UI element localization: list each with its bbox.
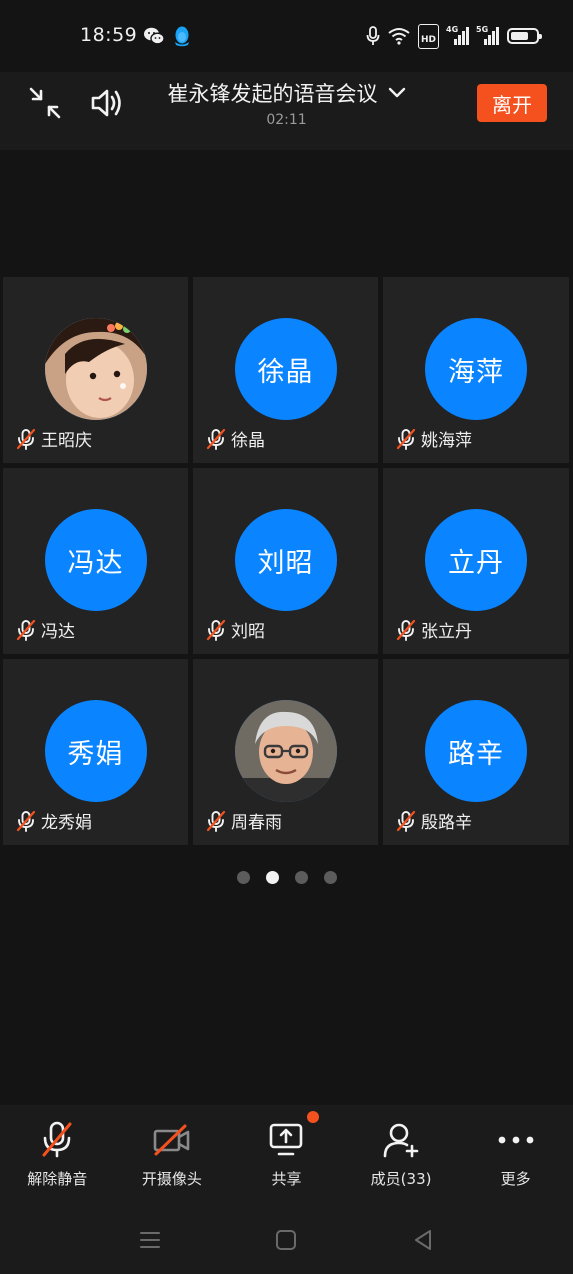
participant-tile[interactable]: 海萍姚海萍	[383, 277, 569, 463]
status-time: 18:59	[80, 24, 138, 46]
avatar-initials: 路辛	[448, 738, 504, 770]
status-indicators: HD 4G 5G	[366, 23, 542, 49]
participant-photo-avatar	[234, 700, 337, 802]
meeting-toolbar: 解除静音 开摄像头 共享 成员(33) 更多	[0, 1105, 573, 1203]
participant-label: 徐晶	[205, 426, 265, 451]
participant-name: 王昭庆	[41, 431, 92, 451]
leave-button[interactable]: 离开	[477, 84, 547, 122]
add-member-icon	[382, 1120, 420, 1160]
qq-icon	[172, 24, 192, 48]
avatar-initials: 立丹	[448, 547, 504, 579]
share-button[interactable]: 共享	[229, 1105, 344, 1203]
members-label: 成员(33)	[370, 1170, 432, 1188]
avatar-initials: 海萍	[448, 356, 504, 388]
system-navigation-bar	[0, 1203, 573, 1274]
unmute-button[interactable]: 解除静音	[0, 1105, 115, 1203]
participant-name: 殷路辛	[421, 813, 472, 833]
wifi-icon	[388, 27, 410, 45]
participant-name: 姚海萍	[421, 431, 472, 451]
signal-4g-icon: 4G	[446, 25, 469, 45]
participant-tile[interactable]: 刘昭 刘昭	[193, 468, 378, 654]
muted-mic-icon	[395, 619, 417, 641]
muted-mic-icon	[205, 428, 227, 450]
meeting-header: 崔永锋发起的语音会议 02:11 离开	[0, 72, 573, 150]
meeting-title-dropdown[interactable]: 崔永锋发起的语音会议	[168, 78, 406, 108]
participant-avatar: 海萍	[425, 318, 527, 420]
meeting-title: 崔永锋发起的语音会议	[167, 82, 378, 106]
participant-name: 龙秀娟	[41, 813, 92, 833]
muted-mic-icon	[205, 619, 227, 641]
microphone-icon	[366, 26, 380, 46]
participant-avatar: 立丹	[425, 509, 527, 611]
participant-tile[interactable]: 路辛殷路辛	[383, 659, 569, 845]
page-dot[interactable]	[294, 871, 308, 884]
chevron-down-icon	[388, 84, 406, 103]
participant-avatar: 路辛	[425, 700, 527, 802]
participant-label: 殷路辛	[395, 808, 472, 833]
share-label: 共享	[271, 1170, 302, 1188]
unmute-label: 解除静音	[27, 1170, 88, 1188]
muted-microphone-icon	[40, 1120, 74, 1160]
participant-label: 龙秀娟	[15, 808, 92, 833]
page-dot[interactable]	[323, 871, 337, 884]
participant-avatar: 冯达	[44, 509, 147, 611]
participant-avatar: 秀娟	[44, 700, 147, 802]
participant-tile[interactable]: 王昭庆	[3, 277, 188, 463]
muted-mic-icon	[15, 428, 37, 450]
menu-icon[interactable]	[135, 1225, 165, 1255]
participant-label: 王昭庆	[15, 426, 92, 451]
signal-5g-icon: 5G	[476, 25, 499, 45]
battery-icon	[507, 28, 542, 44]
page-indicator	[0, 871, 573, 884]
avatar-initials: 冯达	[67, 547, 124, 579]
muted-mic-icon	[395, 810, 417, 832]
participant-name: 刘昭	[231, 622, 265, 642]
wechat-icon	[143, 24, 165, 48]
participant-name: 冯达	[41, 622, 75, 642]
screen-share-icon	[268, 1120, 304, 1160]
more-dots-icon	[498, 1120, 534, 1160]
camera-button[interactable]: 开摄像头	[115, 1105, 230, 1203]
participant-label: 刘昭	[205, 617, 265, 642]
status-bar: 18:59 HD 4G 5G	[0, 0, 573, 72]
avatar-initials: 徐晶	[257, 356, 314, 388]
participant-grid: 王昭庆 徐晶 徐晶 海萍 姚海萍 冯达 冯达 刘昭 刘昭 立丹 张立丹 秀娟 龙秀娟 周春雨 路辛 殷路辛	[3, 277, 570, 845]
participant-tile[interactable]: 徐晶 徐晶	[193, 277, 378, 463]
participant-tile[interactable]: 冯达 冯达	[3, 468, 188, 654]
more-button[interactable]: 更多	[458, 1105, 573, 1203]
avatar-initials: 刘昭	[257, 547, 314, 579]
participant-name: 周春雨	[231, 813, 282, 833]
participant-avatar: 徐晶	[234, 318, 337, 420]
participant-label: 周春雨	[205, 808, 282, 833]
participant-label: 姚海萍	[395, 426, 472, 451]
participant-label: 张立丹	[395, 617, 472, 642]
hd-icon: HD	[417, 23, 439, 49]
participant-tile[interactable]: 秀娟龙秀娟	[3, 659, 188, 845]
participant-tile[interactable]: 周春雨	[193, 659, 378, 845]
camera-off-icon	[152, 1120, 192, 1160]
muted-mic-icon	[395, 428, 417, 450]
more-label: 更多	[500, 1170, 531, 1188]
participant-name: 张立丹	[421, 622, 472, 642]
participant-tile[interactable]: 立丹张立丹	[383, 468, 569, 654]
camera-label: 开摄像头	[141, 1170, 202, 1188]
muted-mic-icon	[205, 810, 227, 832]
participant-name: 徐晶	[231, 431, 265, 451]
page-dot[interactable]	[236, 871, 250, 884]
participant-photo-avatar	[44, 318, 147, 420]
avatar-initials: 秀娟	[67, 738, 124, 770]
muted-mic-icon	[15, 619, 37, 641]
muted-mic-icon	[15, 810, 37, 832]
participant-label: 冯达	[15, 617, 75, 642]
participant-avatar: 刘昭	[234, 509, 337, 611]
members-button[interactable]: 成员(33)	[344, 1105, 459, 1203]
voice-meeting-screen: 18:59 HD 4G 5G 崔永锋发起的语音会议 02:11 离开 王昭庆 徐…	[0, 0, 573, 1274]
share-notification-dot	[307, 1111, 320, 1123]
home-icon[interactable]	[271, 1225, 301, 1255]
back-icon[interactable]	[408, 1225, 438, 1255]
page-dot[interactable]	[265, 871, 279, 884]
